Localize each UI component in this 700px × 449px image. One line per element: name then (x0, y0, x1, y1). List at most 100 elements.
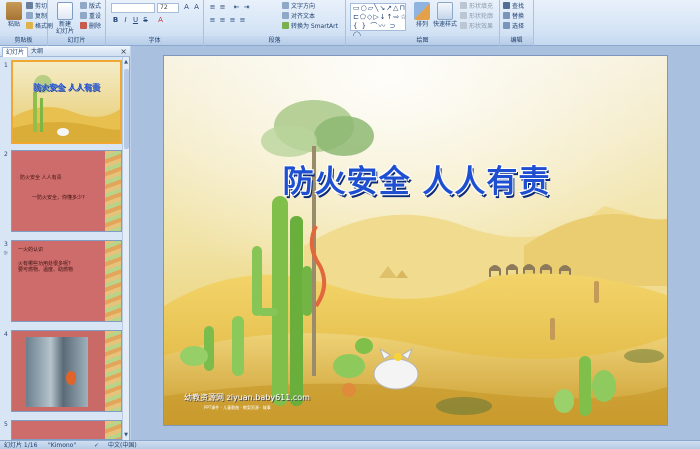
reset-button[interactable]: 重设 (80, 12, 101, 22)
shape-fill-button[interactable]: 形状填充 (460, 2, 493, 12)
cut-label: 剪切 (35, 3, 48, 10)
align-left-icon[interactable]: ≡ (208, 16, 217, 25)
thumbnail-pattern-strip (105, 421, 121, 439)
clipboard-group: 粘贴 剪切 复制 格式刷 剪贴板 (0, 0, 53, 46)
effects-icon (460, 22, 467, 29)
paragraph-group-label: 段落 (204, 36, 345, 45)
text-direction-label: 文字方向 (291, 3, 316, 10)
animation-icon: ☼ (3, 250, 9, 257)
bullets-icon[interactable]: ≡ (208, 3, 217, 12)
theme-name: "Kimono" (48, 442, 77, 449)
font-size-value: 72 (160, 4, 168, 11)
text-direction-button[interactable]: 文字方向 (282, 2, 315, 12)
replace-button[interactable]: 替换 (503, 12, 524, 22)
close-icon[interactable]: × (120, 46, 127, 57)
powerpoint-window: 粘贴 剪切 复制 格式刷 剪贴板 新建 幻灯片 版式 重设 删除 幻灯片 72 … (0, 0, 700, 449)
new-slide-button[interactable]: 新建 幻灯片 (52, 2, 78, 35)
thumbnail-pattern-strip (105, 331, 121, 411)
scissors-icon (26, 2, 33, 9)
cursor-icon (503, 22, 510, 29)
shapes-gallery[interactable]: ▭○▱╲↘↗△⊓ ⊏⬠◇▷↓↑⇨☆{ } ⌒〰 ⊃ ◯ (350, 3, 407, 39)
delete-icon (80, 22, 87, 29)
thumbnail-pattern-strip (105, 151, 121, 231)
slide-title[interactable]: 防火安全 人人有责 (164, 156, 667, 201)
binoculars-icon (503, 2, 510, 9)
meerkat (594, 281, 599, 303)
shape-effects-button[interactable]: 形状效果 (460, 22, 493, 32)
drawing-group: ▭○▱╲↘↗△⊓ ⊏⬠◇▷↓↑⇨☆{ } ⌒〰 ⊃ ◯ 排列 快速样式 形状填充 … (346, 0, 500, 46)
slides-pane: 幻灯片 大纲 × 1 防火安全 人人有责 2 防火安全 人人有责 一防火安全，你… (0, 46, 130, 440)
bold-icon[interactable]: B (111, 16, 120, 25)
replace-label: 替换 (512, 13, 525, 20)
slide-editing-area: 防火安全 人人有责 幼教资源网 ziyuan.baby611.com PPT课件… (131, 46, 700, 440)
quick-styles-button[interactable]: 快速样式 (432, 2, 458, 28)
pane-tabs: 幻灯片 大纲 × (0, 46, 130, 57)
ribbon: 粘贴 剪切 复制 格式刷 剪贴板 新建 幻灯片 版式 重设 删除 幻灯片 72 … (0, 0, 700, 46)
slide-thumbnail-2[interactable]: 防火安全 人人有责 一防火安全，你懂多少? (11, 150, 122, 232)
decrease-indent-icon[interactable]: ⇤ (232, 3, 241, 12)
font-group-label: 字体 (106, 36, 203, 45)
tab-outline[interactable]: 大纲 (28, 47, 46, 57)
align-right-icon[interactable]: ≡ (228, 16, 237, 25)
justify-icon[interactable]: ≡ (238, 16, 247, 25)
thumbnail-flame (66, 371, 76, 385)
watermark-text: 幼教资源网 ziyuan.baby611.com (184, 393, 310, 402)
scroll-up-icon[interactable]: ▲ (123, 58, 129, 66)
smartart-label: 转换为 SmartArt (291, 23, 338, 30)
thumb-number: 2 (4, 151, 8, 158)
quick-styles-label: 快速样式 (432, 21, 457, 28)
increase-indent-icon[interactable]: ⇥ (242, 3, 251, 12)
delete-slide-button[interactable]: 删除 (80, 22, 101, 32)
pen-icon (460, 12, 467, 19)
reset-label: 重设 (89, 13, 102, 20)
thumbnail-desert-image (13, 62, 120, 142)
scroll-thumb[interactable] (124, 69, 129, 149)
grow-font-icon[interactable]: A (182, 3, 191, 12)
pane-scrollbar[interactable]: ▲ ▼ (122, 57, 129, 440)
cut-button[interactable]: 剪切 (26, 2, 47, 12)
underline-icon[interactable]: U (131, 16, 140, 25)
thumbnail-title: 防火安全 人人有责 (33, 83, 100, 92)
language-indicator[interactable]: 中文(中国) (108, 441, 137, 449)
arrange-button[interactable]: 排列 (410, 2, 434, 28)
editing-group: 查找 替换 选择 编辑 (500, 0, 534, 46)
select-button[interactable]: 选择 (503, 22, 524, 32)
text-direction-icon (282, 2, 289, 9)
italic-icon[interactable]: I (121, 16, 130, 25)
slide-thumbnail-3[interactable]: 一火的认识 火有哪些功用处很多呢? 要可燃物、温度、助燃物 (11, 240, 122, 322)
font-size-combo[interactable]: 72 (157, 3, 179, 13)
thumbnail-title: 一火的认识 (18, 247, 44, 253)
editing-group-label: 编辑 (500, 36, 533, 45)
layout-button[interactable]: 版式 (80, 2, 101, 12)
arrange-icon (414, 2, 430, 20)
numbering-icon[interactable]: ≡ (218, 3, 227, 12)
thumbnail-title: 防火安全 人人有责 (20, 175, 62, 181)
clipboard-group-label: 剪贴板 (0, 36, 47, 45)
replace-icon (503, 12, 510, 19)
copy-button[interactable]: 复制 (26, 12, 47, 22)
tab-slides[interactable]: 幻灯片 (2, 47, 29, 57)
copy-icon (26, 12, 33, 19)
align-center-icon[interactable]: ≡ (218, 16, 227, 25)
font-color-icon[interactable]: A (156, 16, 165, 25)
arrange-label: 排列 (415, 21, 428, 28)
paste-button[interactable]: 粘贴 (2, 2, 26, 28)
shape-outline-label: 形状轮廓 (469, 13, 494, 20)
new-slide-label: 新建 幻灯片 (55, 21, 74, 35)
current-slide[interactable]: 防火安全 人人有责 幼教资源网 ziyuan.baby611.com PPT课件… (163, 55, 668, 426)
slide-thumbnail-5[interactable] (11, 420, 122, 440)
spellcheck-icon[interactable]: ✓ (94, 441, 99, 449)
shrink-font-icon[interactable]: A (192, 3, 201, 12)
strikethrough-icon[interactable]: S (141, 16, 150, 25)
paste-label: 粘贴 (7, 21, 20, 28)
find-button[interactable]: 查找 (503, 2, 524, 12)
font-name-combo[interactable] (111, 3, 155, 13)
slide-thumbnail-1[interactable]: 防火安全 人人有责 (11, 60, 122, 144)
find-label: 查找 (512, 3, 525, 10)
copy-label: 复制 (35, 13, 48, 20)
slide-thumbnail-4[interactable] (11, 330, 122, 412)
align-text-button[interactable]: 对齐文本 (282, 12, 315, 22)
scroll-down-icon[interactable]: ▼ (123, 431, 129, 439)
smartart-button[interactable]: 转换为 SmartArt (282, 22, 338, 32)
shape-outline-button[interactable]: 形状轮廓 (460, 12, 493, 22)
